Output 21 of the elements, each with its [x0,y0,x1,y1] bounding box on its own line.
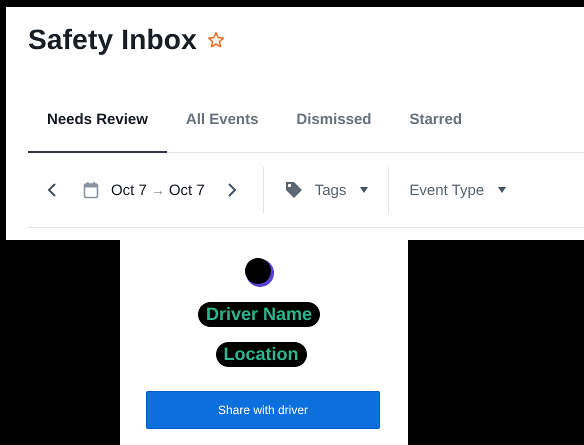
end-date[interactable]: Oct 7 [168,182,205,198]
range-arrow: → [150,182,165,198]
tags-dropdown[interactable]: Tags [314,182,346,198]
tab[interactable]: Dismissed [277,103,390,153]
caret-icon [498,187,506,193]
page-title: Safety Inbox [28,24,197,56]
tab[interactable]: Needs Review [28,103,167,153]
share-button[interactable]: Share with driver [146,391,380,429]
tab[interactable]: Starred [390,103,481,153]
chevron-right-icon[interactable] [226,182,237,198]
chevron-left-icon[interactable] [47,182,57,198]
start-date[interactable]: Oct 7 [111,182,147,198]
star-icon[interactable] [206,31,225,49]
event-type-dropdown[interactable]: Event Type [409,182,484,198]
location: Location [216,342,306,367]
tab[interactable]: All Events [166,103,278,153]
caret-icon [360,187,368,193]
calendar-icon[interactable] [83,181,99,199]
tag-icon [284,180,304,200]
avatar-icon [243,256,275,288]
driver-name: Driver Name [198,302,320,327]
